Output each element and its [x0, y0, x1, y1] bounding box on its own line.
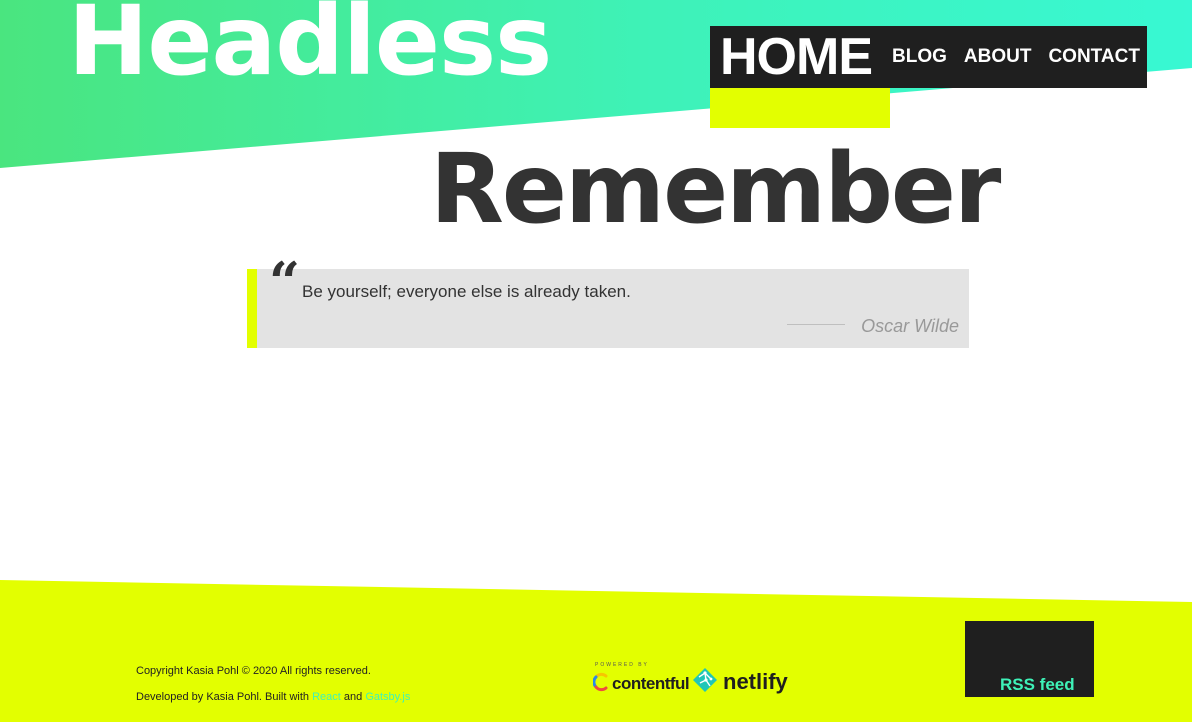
- quote-author: Oscar Wilde: [861, 316, 959, 336]
- gatsby-link[interactable]: Gatsby.js: [365, 691, 410, 703]
- footer-copyright: Copyright Kasia Pohl © 2020 All rights r…: [136, 665, 371, 677]
- main-nav: HOME BLOG ABOUT CONTACT: [710, 26, 1147, 88]
- netlify-icon: [692, 667, 718, 697]
- contentful-label: contentful: [612, 674, 690, 693]
- quote-text: Be yourself; everyone else is already ta…: [302, 282, 631, 301]
- site-title[interactable]: Headless: [68, 0, 552, 96]
- react-link[interactable]: React: [312, 691, 341, 703]
- nav-about-link[interactable]: ABOUT: [964, 46, 1032, 68]
- developed-prefix: Developed by Kasia Pohl. Built with: [136, 691, 313, 703]
- quote-block: “ Be yourself; everyone else is already …: [247, 255, 969, 348]
- powered-by-label: POWERED BY: [595, 662, 649, 668]
- rss-box: RSS feed: [965, 621, 1094, 697]
- nav-blog-link[interactable]: BLOG: [892, 46, 947, 68]
- rss-feed-link[interactable]: RSS feed: [1000, 675, 1075, 695]
- contentful-logo[interactable]: contentful: [592, 672, 690, 696]
- footer-developed: Developed by Kasia Pohl. Built with Reac…: [136, 691, 410, 703]
- nav-home-link[interactable]: HOME: [720, 27, 873, 87]
- netlify-label: netlify: [723, 669, 788, 694]
- page-title: Remember: [430, 133, 1001, 245]
- and-text: and: [340, 691, 366, 703]
- contentful-icon: [592, 672, 609, 696]
- quote-divider: [787, 324, 845, 325]
- nav-contact-link[interactable]: CONTACT: [1048, 46, 1139, 68]
- nav-active-indicator: [710, 88, 890, 128]
- netlify-logo[interactable]: netlify: [692, 668, 788, 696]
- quote-mark-icon: “: [269, 250, 301, 314]
